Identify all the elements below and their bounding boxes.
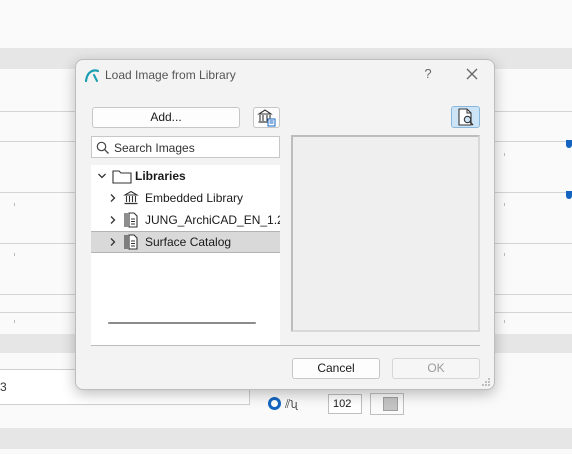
- tree-item-label: Surface Catalog: [145, 235, 232, 249]
- color-swatch[interactable]: [370, 393, 404, 415]
- chevron-right-icon[interactable]: [108, 237, 118, 247]
- document-preview-icon: [458, 108, 474, 126]
- hatch-icon: ⫽ʯ: [285, 397, 298, 411]
- tree-item-surface-catalog[interactable]: Surface Catalog: [91, 231, 280, 253]
- dialog-title: Load Image from Library: [105, 68, 236, 82]
- library-document-icon: [124, 212, 138, 228]
- ok-button[interactable]: OK: [392, 358, 480, 379]
- library-manager-button[interactable]: [253, 107, 280, 128]
- footer-divider: [91, 345, 480, 346]
- image-preview-pane: [291, 135, 480, 332]
- library-manager-icon: [257, 109, 276, 127]
- background-field-value: 3: [0, 380, 7, 394]
- archicad-logo-icon: [84, 69, 100, 83]
- background-band: [0, 428, 572, 449]
- swatch-fill: [383, 397, 398, 411]
- load-image-dialog: Load Image from Library ? Add... Search …: [75, 59, 495, 390]
- search-icon: [96, 141, 109, 154]
- tree-item-jung-library[interactable]: JUNG_ArchiCAD_EN_1.2.2.l: [91, 209, 280, 231]
- background-tick: [504, 153, 505, 156]
- chevron-down-icon[interactable]: [97, 171, 107, 181]
- library-tree: Libraries Embedded Library JUNG_ArchiCAD…: [91, 165, 280, 345]
- background-tick: [504, 253, 505, 256]
- chevron-right-icon[interactable]: [108, 215, 118, 225]
- background-tick: [504, 203, 505, 206]
- tree-item-label: Embedded Library: [145, 191, 244, 205]
- background-tick: [14, 203, 15, 206]
- folder-icon: [112, 170, 132, 184]
- search-input[interactable]: Search Images: [91, 136, 280, 158]
- slider-marker[interactable]: [566, 191, 572, 199]
- horizontal-scrollbar[interactable]: [108, 322, 256, 324]
- chevron-right-icon[interactable]: [108, 193, 118, 203]
- tree-root-label: Libraries: [135, 169, 186, 183]
- background-tick: [504, 320, 505, 323]
- number-field[interactable]: 102: [328, 394, 362, 414]
- preview-toggle-button[interactable]: [451, 106, 480, 128]
- library-building-icon: [123, 190, 139, 205]
- cancel-button[interactable]: Cancel: [292, 358, 380, 379]
- tree-item-embedded-library[interactable]: Embedded Library: [91, 187, 280, 209]
- radio-button[interactable]: [268, 397, 281, 410]
- library-document-icon: [124, 234, 138, 250]
- tree-item-label: JUNG_ArchiCAD_EN_1.2.2.l: [145, 213, 280, 227]
- tree-root-libraries[interactable]: Libraries: [91, 165, 280, 187]
- search-placeholder: Search Images: [114, 141, 195, 155]
- resize-grip-icon[interactable]: [481, 377, 491, 387]
- slider-marker[interactable]: [566, 140, 572, 148]
- add-button[interactable]: Add...: [92, 107, 240, 128]
- background-tick: [14, 320, 15, 323]
- close-icon[interactable]: [464, 66, 480, 82]
- help-button[interactable]: ?: [421, 66, 435, 82]
- background-tick: [14, 253, 15, 256]
